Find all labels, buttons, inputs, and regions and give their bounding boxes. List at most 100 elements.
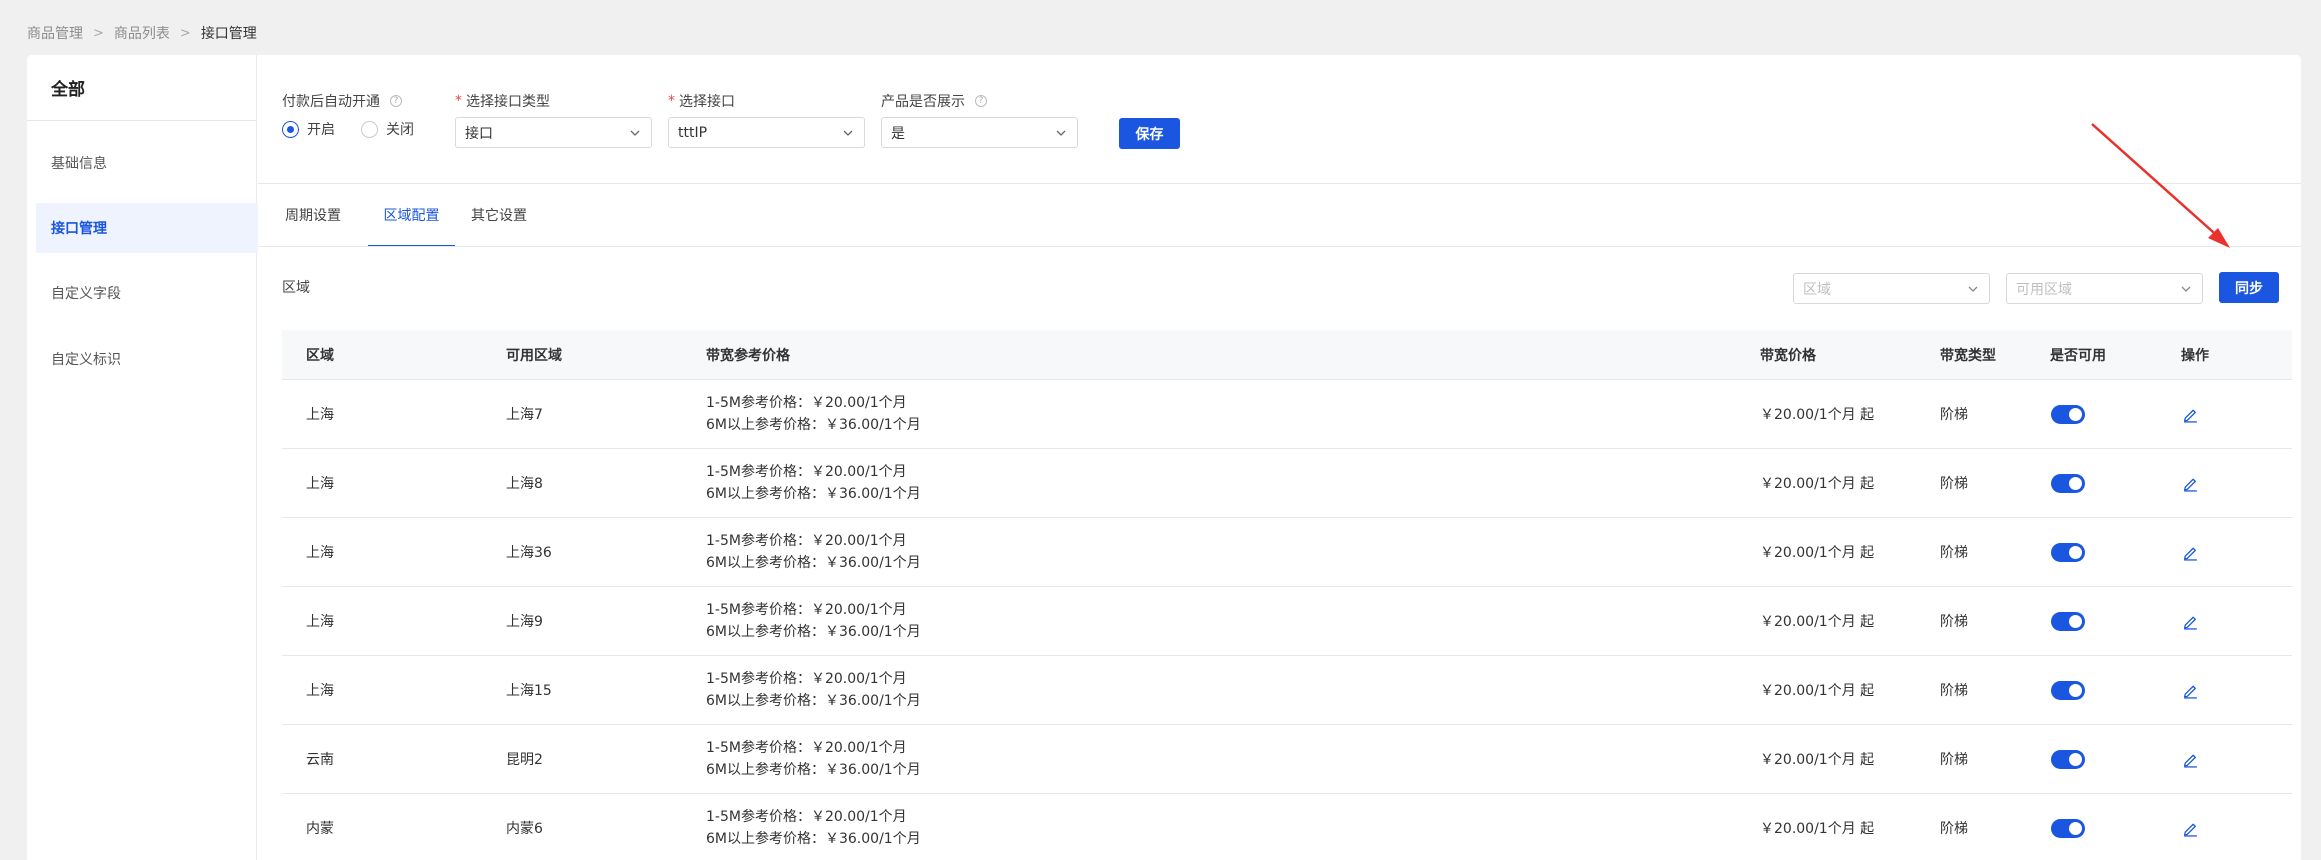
show-product-select[interactable]: 是 [881, 117, 1078, 148]
enabled-toggle[interactable] [2051, 749, 2085, 769]
sidebar-item-label: 基础信息 [51, 156, 107, 172]
select-value: 是 [891, 125, 905, 142]
cell-zone: 上海36 [506, 545, 552, 561]
table-row: 上海 上海15 1-5M参考价格：￥20.00/1个月 6M以上参考价格：￥36.00… [282, 656, 2292, 725]
cell-actions [2182, 656, 2199, 724]
column-header-region: 区域 [306, 347, 334, 364]
select-value: 接口 [465, 125, 493, 142]
cell-zone: 上海8 [506, 476, 543, 492]
cell-bandwidth-type: 阶梯 [1940, 545, 1968, 561]
tab-bar: 周期设置 区域配置 其它设置 [258, 183, 2301, 247]
breadcrumb-item-product-management[interactable]: 商品管理 [27, 23, 83, 43]
enabled-toggle[interactable] [2051, 542, 2085, 562]
ref-price-line: 6M以上参考价格：￥36.00/1个月 [706, 555, 921, 571]
show-product-label: 产品是否展示 [881, 94, 965, 110]
radio-label: 关闭 [386, 122, 414, 138]
cell-price: ￥20.00/1个月 起 [1760, 752, 1875, 768]
table-row: 上海 上海9 1-5M参考价格：￥20.00/1个月 6M以上参考价格：￥36.00/… [282, 587, 2292, 656]
ref-price-line: 1-5M参考价格：￥20.00/1个月 [706, 809, 907, 825]
cell-ref-price: 1-5M参考价格：￥20.00/1个月 6M以上参考价格：￥36.00/1个月 [706, 380, 921, 448]
table-header: 区域 可用区域 带宽参考价格 带宽价格 带宽类型 是否可用 操作 [282, 330, 2292, 379]
edit-icon[interactable] [2182, 544, 2199, 561]
interface-label: 选择接口 [679, 94, 735, 110]
sync-button[interactable]: 同步 [2219, 272, 2279, 303]
radio-unchecked-icon [361, 120, 378, 138]
cell-price: ￥20.00/1个月 起 [1760, 545, 1875, 561]
column-header-zone: 可用区域 [506, 347, 562, 364]
edit-icon[interactable] [2182, 613, 2199, 630]
ref-price-line: 6M以上参考价格：￥36.00/1个月 [706, 624, 921, 640]
help-icon[interactable]: ? [975, 95, 987, 107]
cell-price: ￥20.00/1个月 起 [1760, 476, 1875, 492]
cell-zone: 内蒙6 [506, 821, 543, 837]
sidebar-item-custom-fields[interactable]: 自定义字段 [36, 268, 258, 318]
tab-cycle-settings[interactable]: 周期设置 [282, 183, 344, 246]
enabled-toggle[interactable] [2051, 818, 2085, 838]
column-header-price: 带宽价格 [1760, 347, 1816, 364]
region-filter-select[interactable]: 区域 [1793, 273, 1990, 304]
cell-actions [2182, 587, 2199, 655]
available-zone-filter-select[interactable]: 可用区域 [2006, 273, 2203, 304]
sidebar-item-label: 自定义字段 [51, 286, 121, 302]
sidebar-item-label: 自定义标识 [51, 352, 121, 368]
sidebar-item-custom-tags[interactable]: 自定义标识 [36, 334, 258, 384]
breadcrumb-separator-icon: > [179, 25, 191, 41]
required-mark: * [455, 93, 462, 109]
breadcrumb-item-interface-management: 接口管理 [200, 26, 257, 42]
enabled-toggle[interactable] [2051, 611, 2085, 631]
cell-actions [2182, 449, 2199, 517]
cell-enabled [2051, 518, 2085, 586]
interface-select[interactable]: tttIP [668, 117, 865, 148]
radio-label: 开启 [307, 122, 335, 138]
select-placeholder: 可用区域 [2016, 281, 2072, 298]
cell-price: ￥20.00/1个月 起 [1760, 683, 1875, 699]
cell-actions [2182, 725, 2199, 793]
enabled-toggle[interactable] [2051, 404, 2085, 424]
auto-open-radio-group: 开启 关闭 [282, 119, 440, 139]
edit-icon[interactable] [2182, 751, 2199, 768]
sidebar-item-interface-management[interactable]: 接口管理 [36, 203, 258, 253]
chevron-down-icon [1968, 286, 1978, 292]
chevron-down-icon [2181, 286, 2191, 292]
cell-zone: 上海15 [506, 683, 552, 699]
show-product-field: 产品是否展示 ? 是 [881, 91, 1078, 148]
main-card: 全部 基础信息 接口管理 自定义字段 自定义标识 付款后自动开通 ? 开启 关闭… [27, 55, 2301, 860]
auto-open-field: 付款后自动开通 ? 开启 关闭 [282, 91, 414, 138]
sidebar: 全部 基础信息 接口管理 自定义字段 自定义标识 [27, 55, 258, 860]
enabled-toggle[interactable] [2051, 473, 2085, 493]
ref-price-line: 6M以上参考价格：￥36.00/1个月 [706, 486, 921, 502]
ref-price-line: 6M以上参考价格：￥36.00/1个月 [706, 417, 921, 433]
sidebar-title: 全部 [27, 55, 256, 121]
cell-actions [2182, 518, 2199, 586]
edit-icon[interactable] [2182, 682, 2199, 699]
tab-other-settings[interactable]: 其它设置 [469, 183, 529, 246]
cell-enabled [2051, 587, 2085, 655]
sidebar-item-basic-info[interactable]: 基础信息 [36, 138, 258, 188]
column-header-actions: 操作 [2181, 347, 2209, 364]
cell-enabled [2051, 380, 2085, 448]
cell-actions [2182, 380, 2199, 448]
tab-region-config[interactable]: 区域配置 [368, 183, 455, 247]
cell-region: 上海 [306, 407, 334, 423]
cell-zone: 上海7 [506, 407, 543, 423]
help-icon[interactable]: ? [390, 95, 402, 107]
cell-enabled [2051, 449, 2085, 517]
cell-bandwidth-type: 阶梯 [1940, 752, 1968, 768]
interface-type-select[interactable]: 接口 [455, 117, 652, 148]
table-row: 内蒙 内蒙6 1-5M参考价格：￥20.00/1个月 6M以上参考价格：￥36.00/… [282, 794, 2292, 860]
edit-icon[interactable] [2182, 406, 2199, 423]
edit-icon[interactable] [2182, 475, 2199, 492]
divider [258, 246, 2301, 247]
breadcrumb-item-product-list[interactable]: 商品列表 [114, 23, 170, 43]
cell-region: 上海 [306, 545, 334, 561]
breadcrumb-separator-icon: > [93, 25, 104, 41]
cell-price: ￥20.00/1个月 起 [1760, 407, 1875, 423]
edit-icon[interactable] [2182, 820, 2199, 837]
cell-ref-price: 1-5M参考价格：￥20.00/1个月 6M以上参考价格：￥36.00/1个月 [706, 449, 921, 517]
save-button[interactable]: 保存 [1119, 118, 1180, 149]
auto-open-radio-off[interactable]: 关闭 [361, 119, 414, 139]
interface-field: * 选择接口 tttIP [668, 91, 865, 148]
auto-open-radio-on[interactable]: 开启 [282, 119, 335, 139]
enabled-toggle[interactable] [2051, 680, 2085, 700]
chevron-down-icon [1056, 130, 1066, 136]
